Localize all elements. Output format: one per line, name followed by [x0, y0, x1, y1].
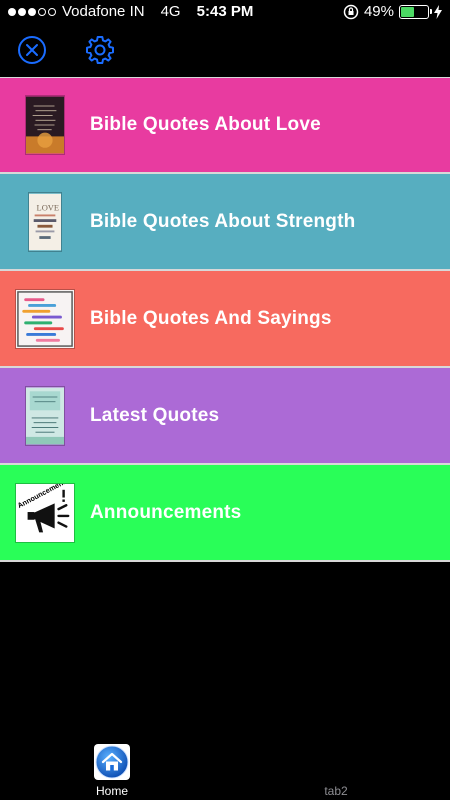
menu-item-announcements[interactable]: Announcements Announcements — [0, 465, 450, 562]
menu-item-strength[interactable]: LOVE Bible Quotes About Strength — [0, 174, 450, 271]
menu-item-label: Bible Quotes About Love — [90, 114, 321, 135]
tab-home[interactable]: Home — [72, 742, 152, 800]
love-quote-thumbnail — [15, 95, 75, 155]
settings-button[interactable] — [84, 34, 116, 66]
tab-2-label: tab2 — [324, 784, 348, 798]
menu-item-label: Latest Quotes — [90, 404, 220, 426]
latest-quote-thumbnail — [15, 385, 75, 446]
status-bar: Vodafone IN 4G 5:43 PM 49% — [0, 0, 450, 26]
nav-bar — [0, 26, 450, 76]
announcements-thumbnail: Announcements — [15, 482, 75, 543]
menu-item-label: Announcements — [90, 501, 242, 523]
status-right: 49% — [343, 3, 442, 20]
menu-item-label: Bible Quotes About Strength — [90, 210, 356, 232]
sayings-quote-thumbnail — [15, 288, 75, 349]
rotation-lock-icon — [343, 4, 359, 19]
menu-item-label: Bible Quotes And Sayings — [90, 307, 332, 329]
close-button[interactable] — [16, 34, 48, 66]
close-circle-icon — [18, 36, 46, 64]
menu-item-love[interactable]: Bible Quotes About Love — [0, 77, 450, 174]
charging-bolt-icon — [434, 4, 442, 19]
strength-quote-thumbnail: LOVE — [15, 191, 75, 252]
tab-bar: Home tab2 — [0, 742, 450, 800]
menu-item-sayings[interactable]: Bible Quotes And Sayings — [0, 271, 450, 368]
menu-item-latest[interactable]: Latest Quotes — [0, 368, 450, 465]
battery-percent: 49% — [363, 3, 394, 20]
battery-icon — [399, 4, 432, 19]
svg-text:LOVE: LOVE — [37, 202, 60, 212]
tab-home-label: Home — [95, 784, 128, 798]
gear-icon — [86, 36, 114, 64]
home-icon — [94, 744, 130, 780]
menu-list: Bible Quotes About Love LOVE Bible Quote… — [0, 77, 450, 562]
tab-2[interactable]: tab2 — [296, 742, 376, 800]
